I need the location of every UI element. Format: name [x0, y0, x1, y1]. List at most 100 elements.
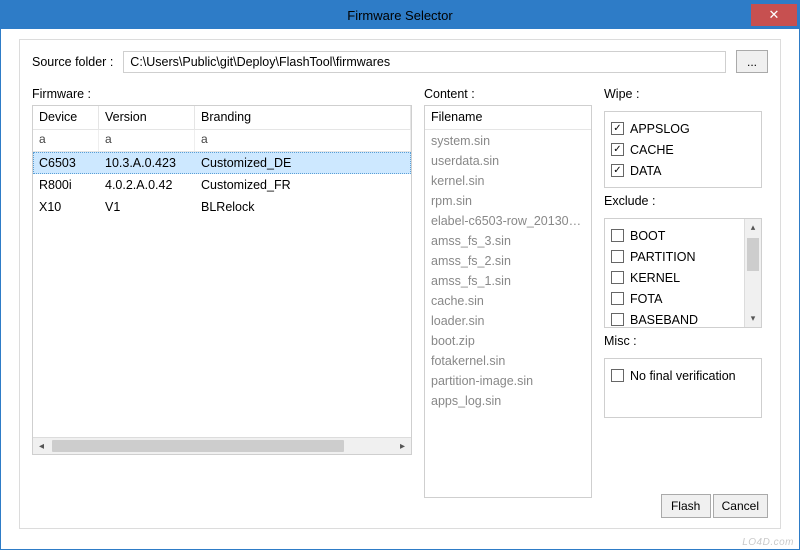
misc-section-label: Misc : — [604, 334, 762, 348]
list-item[interactable]: userdata.sin — [425, 152, 591, 172]
exclude-box: BOOT PARTITION KERNEL FOTA BASEBAND ▴ ▾ — [604, 218, 762, 328]
misc-box: No final verification — [604, 358, 762, 418]
list-item[interactable]: rpm.sin — [425, 192, 591, 212]
source-folder-input[interactable] — [123, 51, 726, 73]
checkbox-row[interactable]: No final verification — [611, 365, 755, 386]
list-item[interactable]: partition-image.sin — [425, 372, 591, 392]
checkbox-label: BASEBAND — [630, 313, 698, 327]
checkbox-label: PARTITION — [630, 250, 696, 264]
checkbox[interactable] — [611, 143, 624, 156]
content-section: Content : Filename system.sinuserdata.si… — [424, 87, 592, 498]
right-column: Wipe : APPSLOG CACHE DATA Exclude : BOOT PA… — [604, 87, 762, 498]
exclude-section-label: Exclude : — [604, 194, 762, 208]
firmware-section: Firmware : Device Version Branding a a a — [32, 87, 412, 498]
list-item[interactable]: kernel.sin — [425, 172, 591, 192]
columns: Firmware : Device Version Branding a a a — [32, 87, 768, 498]
checkbox[interactable] — [611, 271, 624, 284]
firmware-header-version[interactable]: Version — [99, 106, 195, 129]
vscroll-thumb[interactable] — [747, 238, 759, 271]
list-item[interactable]: system.sin — [425, 132, 591, 152]
checkbox-row[interactable]: DATA — [611, 160, 755, 181]
checkbox-row[interactable]: BOOT — [611, 225, 738, 246]
firmware-filter-branding[interactable]: a — [195, 130, 411, 151]
cancel-button[interactable]: Cancel — [713, 494, 768, 518]
scroll-up-icon[interactable]: ▴ — [745, 219, 761, 236]
checkbox-row[interactable]: APPSLOG — [611, 118, 755, 139]
checkbox[interactable] — [611, 313, 624, 326]
firmware-filter-device[interactable]: a — [33, 130, 99, 151]
window-body: Source folder : ... Firmware : Device Ve… — [1, 29, 799, 539]
checkbox-label: DATA — [630, 164, 661, 178]
exclude-vscrollbar[interactable]: ▴ ▾ — [744, 219, 761, 327]
table-row[interactable]: R800i4.0.2.A.0.42Customized_FR — [33, 174, 411, 196]
checkbox-label: BOOT — [630, 229, 665, 243]
cell-branding: BLRelock — [195, 198, 411, 216]
source-label: Source folder : — [32, 55, 113, 69]
wipe-box: APPSLOG CACHE DATA — [604, 111, 762, 188]
content-items-container: system.sinuserdata.sinkernel.sinrpm.sine… — [425, 130, 591, 414]
cell-device: R800i — [33, 176, 99, 194]
footer-buttons: Flash Cancel — [661, 494, 768, 518]
firmware-header-row: Device Version Branding — [33, 106, 411, 130]
scroll-down-icon[interactable]: ▾ — [745, 310, 761, 327]
hscroll-track[interactable] — [50, 438, 394, 454]
firmware-header-branding[interactable]: Branding — [195, 106, 411, 129]
firmware-rows-container: C650310.3.A.0.423Customized_DER800i4.0.2… — [33, 152, 411, 218]
checkbox-label: No final verification — [630, 369, 736, 383]
content-section-label: Content : — [424, 87, 592, 101]
checkbox-row[interactable]: FOTA — [611, 288, 738, 309]
content-list: Filename system.sinuserdata.sinkernel.si… — [424, 105, 592, 498]
cell-version: 4.0.2.A.0.42 — [99, 176, 195, 194]
list-item[interactable]: cache.sin — [425, 292, 591, 312]
cell-branding: Customized_FR — [195, 176, 411, 194]
firmware-table: Device Version Branding a a a C650310.3.… — [32, 105, 412, 455]
checkbox[interactable] — [611, 122, 624, 135]
checkbox[interactable] — [611, 229, 624, 242]
checkbox-row[interactable]: KERNEL — [611, 267, 738, 288]
checkbox-label: CACHE — [630, 143, 674, 157]
list-item[interactable]: amss_fs_1.sin — [425, 272, 591, 292]
cell-device: X10 — [33, 198, 99, 216]
checkbox-row[interactable]: PARTITION — [611, 246, 738, 267]
title-bar: Firmware Selector ✕ — [1, 1, 799, 29]
list-item[interactable]: amss_fs_2.sin — [425, 252, 591, 272]
checkbox[interactable] — [611, 164, 624, 177]
wipe-section-label: Wipe : — [604, 87, 762, 101]
checkbox-row[interactable]: BASEBAND — [611, 309, 738, 327]
cell-device: C6503 — [33, 154, 99, 172]
close-icon: ✕ — [769, 7, 780, 23]
firmware-filter-version[interactable]: a — [99, 130, 195, 151]
flash-button[interactable]: Flash — [661, 494, 711, 518]
scroll-left-icon[interactable]: ◂ — [33, 438, 50, 455]
content-group: Source folder : ... Firmware : Device Ve… — [19, 39, 781, 529]
exclude-list-container: BOOT PARTITION KERNEL FOTA BASEBAND — [605, 219, 744, 327]
browse-button[interactable]: ... — [736, 50, 768, 73]
table-row[interactable]: C650310.3.A.0.423Customized_DE — [33, 152, 411, 174]
cell-version: V1 — [99, 198, 195, 216]
firmware-header-device[interactable]: Device — [33, 106, 99, 129]
cell-version: 10.3.A.0.423 — [99, 154, 195, 172]
vscroll-track[interactable] — [745, 236, 761, 310]
firmware-hscrollbar[interactable]: ◂ ▸ — [33, 437, 411, 454]
cell-branding: Customized_DE — [195, 154, 411, 172]
checkbox-row[interactable]: CACHE — [611, 139, 755, 160]
firmware-section-label: Firmware : — [32, 87, 412, 101]
list-item[interactable]: apps_log.sin — [425, 392, 591, 412]
checkbox[interactable] — [611, 250, 624, 263]
hscroll-thumb[interactable] — [52, 440, 344, 452]
firmware-filter-row: a a a — [33, 130, 411, 152]
list-item[interactable]: boot.zip — [425, 332, 591, 352]
browse-ellipsis-icon: ... — [747, 55, 757, 69]
checkbox-label: FOTA — [630, 292, 662, 306]
close-button[interactable]: ✕ — [751, 4, 797, 26]
list-item[interactable]: loader.sin — [425, 312, 591, 332]
table-row[interactable]: X10V1BLRelock — [33, 196, 411, 218]
list-item[interactable]: fotakernel.sin — [425, 352, 591, 372]
content-header[interactable]: Filename — [425, 106, 591, 130]
checkbox[interactable] — [611, 369, 624, 382]
list-item[interactable]: amss_fs_3.sin — [425, 232, 591, 252]
checkbox[interactable] — [611, 292, 624, 305]
scroll-right-icon[interactable]: ▸ — [394, 438, 411, 455]
window-title: Firmware Selector — [347, 8, 452, 23]
list-item[interactable]: elabel-c6503-row_201303... — [425, 212, 591, 232]
